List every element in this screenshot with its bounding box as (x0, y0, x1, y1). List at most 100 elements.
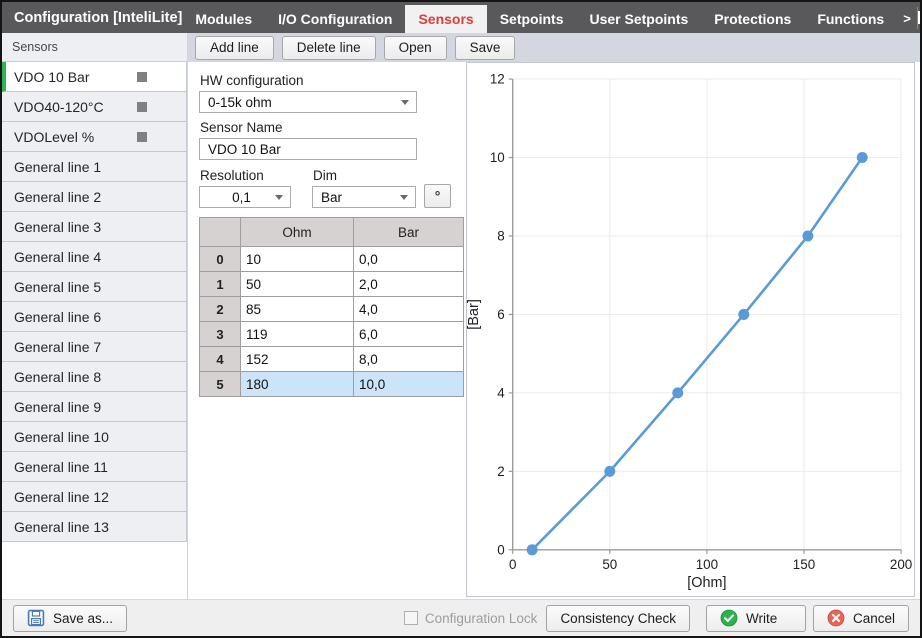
data-point-marker[interactable] (527, 544, 538, 555)
svg-text:200: 200 (890, 557, 912, 572)
resolution-group: Resolution 0,1 (199, 165, 291, 208)
row-index[interactable]: 2 (200, 297, 241, 322)
degree-button[interactable]: ° (424, 184, 451, 208)
hw-configuration-select[interactable]: 0-15k ohm (199, 91, 417, 113)
data-point-marker[interactable] (672, 387, 683, 398)
cell-ohm[interactable]: 180 (241, 372, 354, 397)
sidebar-item-label: General line 13 (14, 519, 109, 535)
row-index[interactable]: 4 (200, 347, 241, 372)
sidebar-item-label: General line 4 (14, 249, 101, 265)
sensor-editor-panel: HW configuration 0-15k ohm Sensor Name R… (188, 62, 464, 599)
resolution-dim-row: Resolution 0,1 Dim Bar (199, 165, 464, 208)
cell-ohm[interactable]: 119 (241, 322, 354, 347)
sensors-sidebar: Sensors VDO 10 Bar VDO40-120°C VDOLevel % G… (2, 33, 188, 599)
column-header-bar: Bar (354, 218, 464, 247)
cell-ohm[interactable]: 152 (241, 347, 354, 372)
dim-select[interactable]: Bar (312, 186, 416, 208)
sidebar-item-general-line-7[interactable]: General line 7 (2, 332, 187, 362)
sidebar-item-vdo40-120-c[interactable]: VDO40-120°C (2, 92, 187, 122)
data-point-marker[interactable] (857, 152, 868, 163)
table-header: OhmBar (200, 218, 464, 247)
cancel-button[interactable]: Cancel (813, 605, 909, 632)
sidebar-item-general-line-4[interactable]: General line 4 (2, 242, 187, 272)
cell-bar[interactable]: 6,0 (354, 322, 464, 347)
maximize-icon[interactable] (918, 11, 922, 24)
sidebar-item-general-line-12[interactable]: General line 12 (2, 482, 187, 512)
cell-bar[interactable]: 4,0 (354, 297, 464, 322)
cell-bar[interactable]: 8,0 (354, 347, 464, 372)
table-row: 0100,0 (200, 247, 464, 272)
tab-functions[interactable]: Functions (804, 5, 897, 33)
sidebar-item-vdo-10-bar[interactable]: VDO 10 Bar (2, 62, 187, 92)
window-title: Configuration [InteliLite] (2, 10, 182, 26)
red-cross-icon (827, 609, 845, 627)
row-index[interactable]: 3 (200, 322, 241, 347)
sidebar-item-general-line-9[interactable]: General line 9 (2, 392, 187, 422)
tab-setpoints[interactable]: Setpoints (487, 5, 577, 33)
resolution-select[interactable]: 0,1 (199, 186, 291, 208)
sidebar-item-label: VDO40-120°C (14, 99, 104, 115)
tab-modules[interactable]: Modules (182, 5, 265, 33)
data-point-marker[interactable] (738, 309, 749, 320)
sidebar-item-label: General line 5 (14, 279, 101, 295)
consistency-check-button[interactable]: Consistency Check (546, 605, 690, 632)
hw-configuration-value: 0-15k ohm (208, 95, 401, 110)
configuration-lock-checkbox[interactable] (404, 611, 418, 625)
sensor-name-input[interactable] (199, 138, 417, 160)
window-body: Sensors VDO 10 Bar VDO40-120°C VDOLevel % G… (2, 33, 920, 599)
sensor-curve-chart: 050100150200024681012[Ohm][Bar] (467, 63, 914, 596)
sidebar-item-general-line-5[interactable]: General line 5 (2, 272, 187, 302)
sidebar-item-label: General line 11 (14, 459, 108, 475)
floppy-disk-icon (27, 609, 45, 627)
save-as-button[interactable]: Save as... (13, 605, 127, 632)
sidebar-item-general-line-6[interactable]: General line 6 (2, 302, 187, 332)
titlebar: Configuration [InteliLite] ModulesI/O Co… (2, 2, 920, 33)
cell-bar[interactable]: 10,0 (354, 372, 464, 397)
sensor-list: VDO 10 Bar VDO40-120°C VDOLevel % General l… (2, 62, 187, 542)
row-index[interactable]: 1 (200, 272, 241, 297)
tab-overflow-button[interactable]: > (897, 7, 918, 29)
table-row: 2854,0 (200, 297, 464, 322)
dim-label: Dim (313, 168, 416, 183)
delete-line-button[interactable]: Delete line (282, 36, 376, 60)
row-index[interactable]: 5 (200, 372, 241, 397)
sidebar-item-general-line-11[interactable]: General line 11 (2, 452, 187, 482)
svg-text:8: 8 (497, 228, 504, 243)
sidebar-item-general-line-1[interactable]: General line 1 (2, 152, 187, 182)
sidebar-item-label: General line 10 (14, 429, 109, 445)
sidebar-item-label: General line 1 (14, 159, 101, 175)
sidebar-item-general-line-10[interactable]: General line 10 (2, 422, 187, 452)
sidebar-item-general-line-8[interactable]: General line 8 (2, 362, 187, 392)
sidebar-item-general-line-13[interactable]: General line 13 (2, 512, 187, 542)
sidebar-header: Sensors (2, 33, 187, 62)
sidebar-item-label: VDO 10 Bar (14, 69, 89, 85)
save-as-label: Save as... (53, 611, 113, 626)
write-button[interactable]: Write (706, 605, 806, 632)
add-line-button[interactable]: Add line (195, 36, 274, 60)
cell-bar[interactable]: 0,0 (354, 247, 464, 272)
tab-protections[interactable]: Protections (701, 5, 804, 33)
sidebar-item-general-line-2[interactable]: General line 2 (2, 182, 187, 212)
main-area: Add lineDelete lineOpenSave HW configura… (188, 33, 920, 599)
tab-user-setpoints[interactable]: User Setpoints (576, 5, 701, 33)
tab-i-o-configuration[interactable]: I/O Configuration (265, 5, 405, 33)
footer-bar: Save as... Configuration Lock Consistenc… (2, 599, 920, 636)
cell-bar[interactable]: 2,0 (354, 272, 464, 297)
sidebar-item-vdolevel[interactable]: VDOLevel % (2, 122, 187, 152)
data-point-marker[interactable] (802, 230, 813, 241)
row-index[interactable]: 0 (200, 247, 241, 272)
cell-ohm[interactable]: 85 (241, 297, 354, 322)
save-button[interactable]: Save (455, 36, 516, 60)
tab-sensors[interactable]: Sensors (405, 5, 486, 33)
sidebar-item-general-line-3[interactable]: General line 3 (2, 212, 187, 242)
table-row: 1502,0 (200, 272, 464, 297)
resolution-value: 0,1 (208, 190, 275, 205)
chevron-down-icon (400, 195, 408, 200)
data-point-marker[interactable] (604, 466, 615, 477)
cell-ohm[interactable]: 50 (241, 272, 354, 297)
open-button[interactable]: Open (384, 36, 447, 60)
configuration-window: Configuration [InteliLite] ModulesI/O Co… (0, 0, 922, 638)
sidebar-item-label: VDOLevel % (14, 129, 94, 145)
configuration-lock-label: Configuration Lock (425, 611, 538, 626)
cell-ohm[interactable]: 10 (241, 247, 354, 272)
